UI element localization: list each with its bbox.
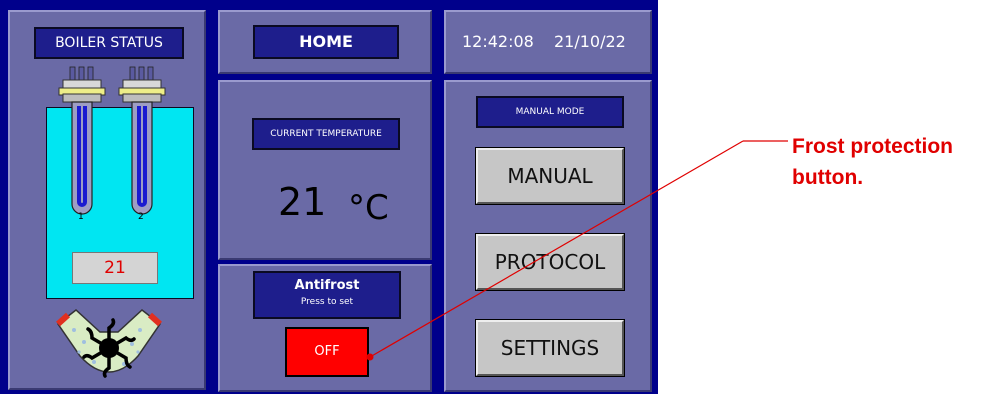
menu-panel: MANUAL MODE MANUAL PROTOCOL SETTINGS (444, 80, 652, 392)
clock-date: 21/10/22 (554, 32, 626, 51)
antifrost-panel: Antifrost Press to set OFF (218, 264, 432, 392)
manual-mode-indicator: MANUAL MODE (476, 96, 624, 128)
heating-element-icon (58, 66, 166, 215)
temperature-unit: °C (348, 188, 389, 228)
antifrost-toggle-button[interactable]: OFF (285, 327, 369, 377)
current-temperature-title: CURRENT TEMPERATURE (252, 118, 400, 150)
circulation-pump-icon (55, 309, 163, 378)
boiler-status-button[interactable]: BOILER STATUS (34, 27, 184, 59)
protocol-button[interactable]: PROTOCOL (475, 233, 625, 291)
home-button[interactable]: HOME (253, 25, 399, 59)
antifrost-title: Antifrost (294, 278, 360, 293)
frost-protection-annotation: Frost protection button. (792, 131, 953, 193)
clock-panel: 12:42:08 21/10/22 (444, 10, 652, 74)
hmi-screen: BOILER STATUS 1 2 21 HOME 12:42:08 21/10… (0, 0, 658, 394)
heater-2-label: 2 (138, 212, 144, 222)
home-panel: HOME (218, 10, 432, 74)
temperature-panel: CURRENT TEMPERATURE 21 °C (218, 80, 432, 260)
annotation-line-2: button. (792, 166, 864, 189)
manual-button[interactable]: MANUAL (475, 147, 625, 205)
heater-1-label: 1 (78, 212, 84, 222)
clock-time: 12:42:08 (462, 32, 534, 51)
boiler-panel: BOILER STATUS 1 2 21 (8, 10, 206, 390)
antifrost-label-box: Antifrost Press to set (253, 271, 401, 319)
annotation-line-1: Frost protection (792, 135, 953, 158)
antifrost-subtitle: Press to set (300, 297, 354, 307)
current-temperature-value: 21 (278, 180, 327, 224)
boiler-temperature-value: 21 (72, 252, 158, 284)
settings-button[interactable]: SETTINGS (475, 319, 625, 377)
